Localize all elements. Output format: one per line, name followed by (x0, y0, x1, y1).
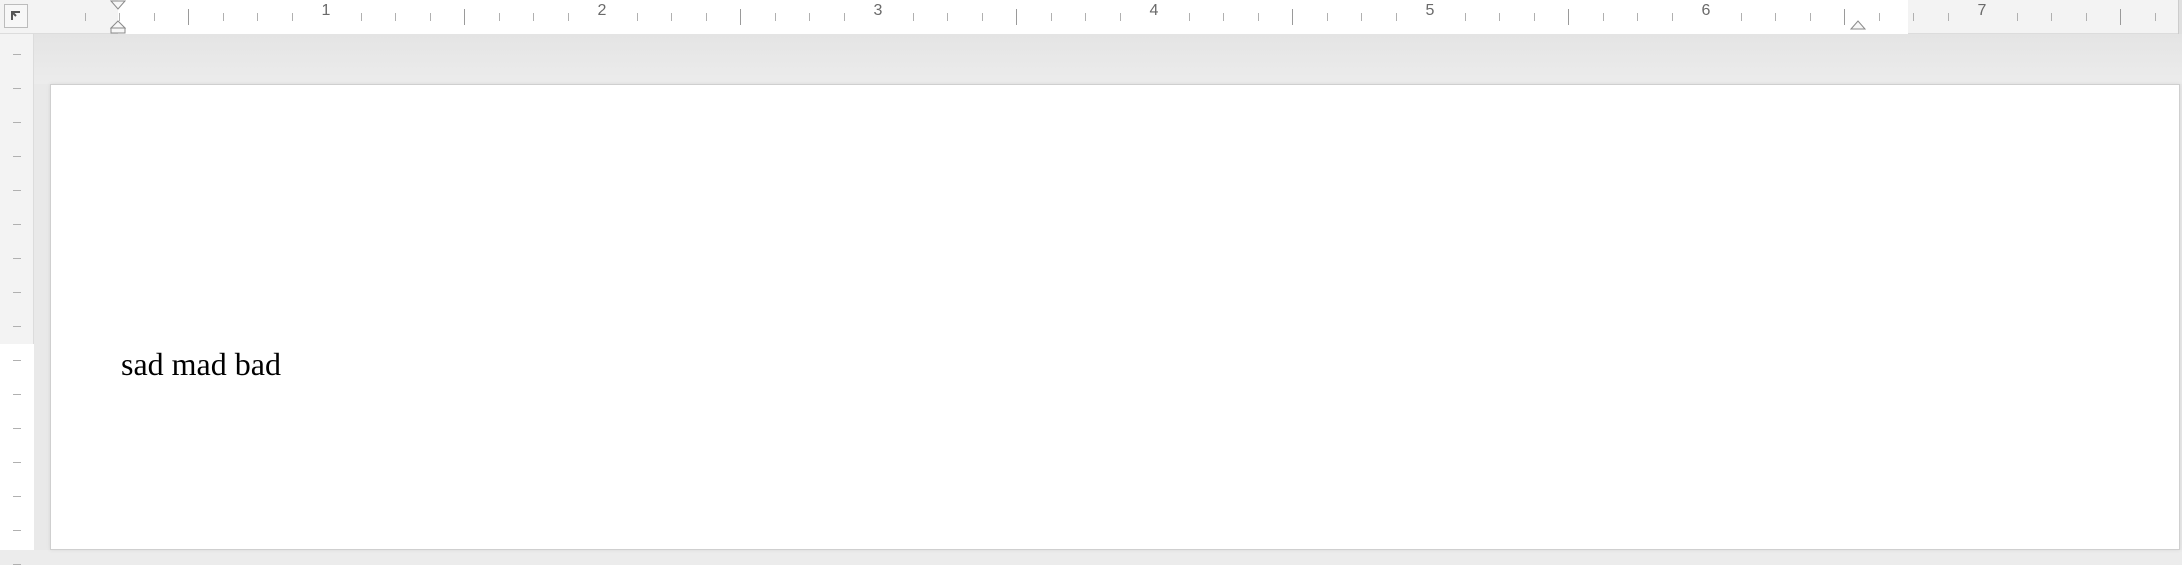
ruler-tick-minor (13, 54, 21, 55)
ruler-tick-minor (2155, 13, 2156, 21)
tab-stop-icon (9, 9, 23, 23)
ruler-tick-minor (1361, 13, 1362, 21)
document-workspace: sad mad bad (34, 34, 2182, 550)
ruler-tick-minor (1672, 13, 1673, 21)
ruler-tick-minor (568, 13, 569, 21)
ruler-tick-minor (13, 122, 21, 123)
ruler-tick-minor (1534, 13, 1535, 21)
ruler-tick-half (1016, 9, 1017, 25)
ruler-tick-half (740, 9, 741, 25)
ruler-tick-minor (637, 13, 638, 21)
ruler-tick-half (2120, 9, 2121, 25)
ruler-tick-minor (947, 13, 948, 21)
vertical-ruler[interactable] (0, 34, 34, 550)
ruler-tick-minor (1189, 13, 1190, 21)
ruler-tick-minor (1948, 13, 1949, 21)
ruler-tick-minor (430, 13, 431, 21)
ruler-tick-half (1568, 9, 1569, 25)
ruler-tick-minor (1775, 13, 1776, 21)
vertical-ruler-active-region (0, 344, 34, 550)
left-indent-marker[interactable] (110, 20, 126, 34)
ruler-label: 4 (1150, 2, 1159, 20)
ruler-tick-minor (1810, 13, 1811, 21)
ruler-tick-minor (982, 13, 983, 21)
ruler-tick-half (1844, 9, 1845, 25)
ruler-tick-minor (223, 13, 224, 21)
ruler-tick-minor (1499, 13, 1500, 21)
ruler-tick-minor (775, 13, 776, 21)
ruler-label: 2 (598, 2, 607, 20)
ruler-tick-half (188, 9, 189, 25)
ruler-tick-minor (154, 13, 155, 21)
ruler-tick-minor (2017, 13, 2018, 21)
ruler-tick-minor (1637, 13, 1638, 21)
ruler-tick-minor (13, 496, 21, 497)
ruler-tick-minor (1465, 13, 1466, 21)
horizontal-ruler-active-region (118, 0, 1908, 34)
ruler-tick-minor (2051, 13, 2052, 21)
ruler-tick-minor (1120, 13, 1121, 21)
workspace-shade (34, 34, 2182, 84)
ruler-tick-minor (1223, 13, 1224, 21)
ruler-tick-minor (13, 292, 21, 293)
ruler-label: 5 (1426, 2, 1435, 20)
ruler-tick-minor (361, 13, 362, 21)
ruler-tick-minor (1396, 13, 1397, 21)
ruler-tick-minor (913, 13, 914, 21)
horizontal-ruler-track[interactable]: 1 2 3 4 5 6 7 (50, 0, 2182, 34)
horizontal-ruler[interactable]: 1 2 3 4 5 6 7 (0, 0, 2182, 34)
ruler-label: 7 (1978, 2, 1987, 20)
ruler-tick-minor (533, 13, 534, 21)
ruler-tick-half (464, 9, 465, 25)
ruler-tick-minor (1879, 13, 1880, 21)
ruler-tick-minor (1327, 13, 1328, 21)
document-page[interactable]: sad mad bad (50, 84, 2180, 550)
ruler-tick-minor (13, 190, 21, 191)
ruler-label: 1 (322, 2, 331, 20)
ruler-tick-minor (499, 13, 500, 21)
first-line-indent-marker[interactable] (110, 0, 126, 14)
ruler-tick-minor (85, 13, 86, 21)
tab-stop-selector-button[interactable] (4, 4, 28, 28)
ruler-tick-minor (292, 13, 293, 21)
ruler-tick-minor (1603, 13, 1604, 21)
right-indent-marker[interactable] (1850, 20, 1866, 34)
ruler-tick-minor (13, 360, 21, 361)
ruler-label: 3 (874, 2, 883, 20)
ruler-tick-minor (13, 156, 21, 157)
ruler-tick-minor (13, 326, 21, 327)
ruler-tick-minor (2086, 13, 2087, 21)
ruler-tick-minor (13, 428, 21, 429)
ruler-tick-minor (844, 13, 845, 21)
ruler-tick-minor (13, 394, 21, 395)
ruler-tick-minor (1258, 13, 1259, 21)
ruler-tick-minor (395, 13, 396, 21)
ruler-tick-minor (809, 13, 810, 21)
ruler-tick-minor (1913, 13, 1914, 21)
ruler-tick-half (1292, 9, 1293, 25)
scroll-edge (2178, 0, 2182, 34)
ruler-tick-minor (1741, 13, 1742, 21)
ruler-tick-minor (1051, 13, 1052, 21)
ruler-tick-minor (13, 88, 21, 89)
ruler-tick-minor (119, 13, 120, 21)
ruler-tick-minor (13, 530, 21, 531)
ruler-label: 6 (1702, 2, 1711, 20)
document-body-text[interactable]: sad mad bad (121, 345, 2109, 383)
ruler-tick-minor (257, 13, 258, 21)
ruler-tick-minor (671, 13, 672, 21)
ruler-tick-minor (13, 224, 21, 225)
ruler-tick-minor (13, 462, 21, 463)
ruler-tick-minor (13, 258, 21, 259)
ruler-tick-minor (1085, 13, 1086, 21)
ruler-tick-minor (706, 13, 707, 21)
